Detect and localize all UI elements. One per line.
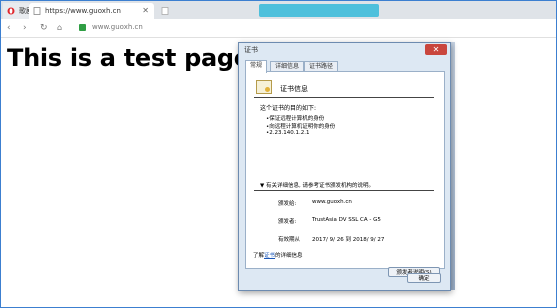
forward-icon[interactable]: ›	[23, 22, 27, 34]
page-icon	[33, 7, 41, 15]
valid-range-value: 2017/ 9/ 26 到 2018/ 9/ 27	[312, 237, 385, 243]
tab-label: https://www.guoxh.cn	[45, 7, 121, 15]
valid-from-label: 有效期从	[278, 237, 301, 243]
learn-more: 了解证书的详细信息	[253, 251, 303, 259]
highlight-bar	[259, 4, 379, 17]
cert-info-title: 证书信息	[280, 85, 308, 93]
certificate-icon	[256, 80, 272, 94]
close-icon[interactable]: ✕	[425, 44, 447, 55]
general-panel: 证书信息 这个证书的目的如下: •保证远程计算机的身份 •向远程计算机证明你的身…	[245, 71, 445, 277]
tab-label: 歌剧	[19, 7, 29, 15]
close-icon[interactable]: ✕	[142, 3, 149, 19]
issued-to-label: 颁发给:	[278, 201, 297, 207]
ok-button[interactable]: 确定	[407, 273, 441, 283]
certificate-dialog: 证书 ✕ 常规 详细信息 证书路径 证书信息 这个证书的目的如下: •保证远程计…	[238, 42, 451, 291]
learn-more-link[interactable]: 证书	[264, 253, 275, 259]
tab-bar: 歌剧 https://www.guoxh.cn ✕	[1, 1, 556, 19]
tab-opera[interactable]: 歌剧	[3, 3, 29, 19]
purpose-item: •2.23.140.1.2.1	[266, 130, 310, 136]
page-icon	[161, 7, 169, 15]
back-icon[interactable]: ‹	[7, 22, 11, 34]
dialog-title: 证书	[244, 46, 258, 54]
divider	[254, 190, 434, 191]
learn-more-suffix: 的详细信息	[275, 253, 303, 259]
tab-active[interactable]: https://www.guoxh.cn ✕	[29, 3, 154, 19]
url-field[interactable]: www.guoxh.cn	[92, 23, 143, 31]
issued-by-label: 颁发者:	[278, 219, 297, 225]
page-heading: This is a test page.	[7, 44, 259, 72]
purpose-title: 这个证书的目的如下:	[260, 105, 317, 112]
tab-blank[interactable]	[157, 3, 249, 19]
purpose-item: •保证远程计算机的身份	[266, 116, 325, 122]
tab-general[interactable]: 常规	[245, 60, 268, 73]
lock-icon[interactable]	[79, 24, 86, 31]
details-note: ▼ 有关详细信息, 请参考证书颁发机构的说明。	[260, 183, 374, 189]
issued-to-value: www.guoxh.cn	[312, 199, 352, 205]
reload-icon[interactable]: ↻	[40, 22, 48, 34]
purpose-item: •向远程计算机证明你的身份	[266, 124, 336, 130]
opera-icon	[7, 7, 15, 15]
divider	[254, 97, 434, 98]
learn-more-prefix: 了解	[253, 253, 265, 259]
address-bar: ‹ › ↻ ⌂ www.guoxh.cn	[1, 19, 556, 38]
home-icon[interactable]: ⌂	[57, 22, 62, 34]
issued-by-value: TrustAsia DV SSL CA - G5	[312, 217, 381, 223]
